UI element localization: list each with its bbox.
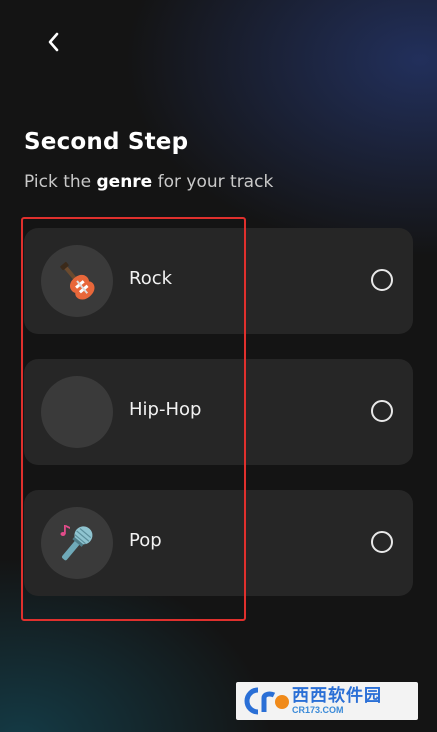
genre-label: Pop [129, 530, 162, 551]
radio-button[interactable] [371, 531, 393, 553]
subtitle-text-end: for your track [152, 172, 274, 192]
page-title: Second Step [24, 129, 189, 155]
genre-label: Rock [129, 268, 173, 289]
watermark-text: 西西软件园 CR173.COM [292, 687, 382, 715]
radio-button[interactable] [371, 269, 393, 291]
genre-label: Hip-Hop [129, 399, 202, 420]
genre-icon-container [41, 507, 113, 579]
subtitle-text-start: Pick the [24, 172, 97, 192]
genre-option-hip-hop[interactable]: Hip-Hop [24, 359, 413, 465]
back-button[interactable] [36, 24, 72, 60]
chevron-left-icon [48, 32, 59, 52]
watermark: 西西软件园 CR173.COM [236, 682, 418, 720]
genre-option-pop[interactable]: Pop [24, 490, 413, 596]
genre-icon-container [41, 376, 113, 448]
watermark-main-text: 西西软件园 [292, 686, 382, 705]
electric-guitar-icon [60, 261, 95, 300]
radio-button[interactable] [371, 400, 393, 422]
genre-option-rock[interactable]: Rock [24, 228, 413, 334]
genre-icon-container [41, 245, 113, 317]
microphone-icon [60, 525, 93, 561]
cr-logo-icon [244, 687, 289, 715]
subtitle-emphasis: genre [96, 172, 153, 192]
watermark-sub-text: CR173.COM [292, 705, 344, 715]
page-subtitle: Pick the genre for your track [24, 172, 273, 192]
